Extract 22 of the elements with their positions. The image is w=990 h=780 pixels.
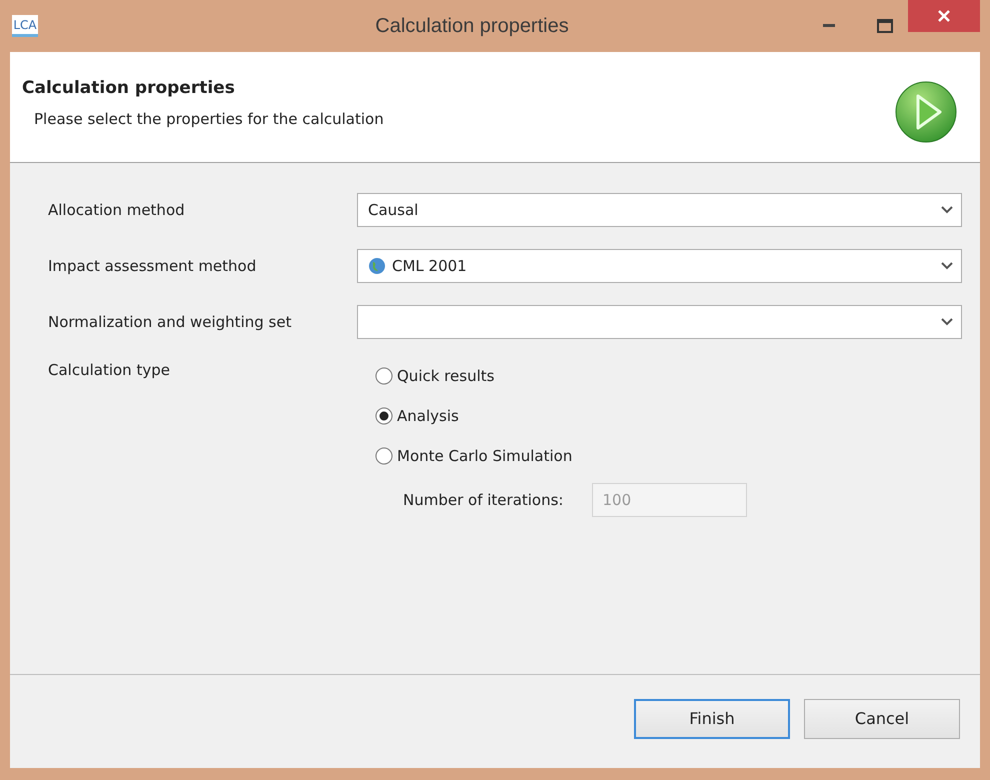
app-logo: LCA [12,15,38,37]
close-icon [937,9,951,23]
dropdown[interactable]: CML 2001 [357,249,962,283]
play-icon [894,80,958,144]
page-description: Please select the properties for the calculation [34,110,384,128]
dropdown-value: CML 2001 [392,257,468,275]
field-label: Impact assessment method [48,257,258,275]
finish-button[interactable]: Finish [634,698,790,738]
page-title: Calculation properties [22,78,236,98]
dropdown-value: Causal [368,201,420,219]
field-label: Calculation type [48,361,171,381]
close-button[interactable] [908,0,980,32]
radio-option[interactable]: Analysis [375,407,746,425]
field-label: Number of iterations: [403,491,564,509]
radio-option[interactable]: Monte Carlo Simulation [375,447,746,465]
radio-option[interactable]: Quick results [375,367,746,385]
field-label: Normalization and weighting set [48,313,292,331]
dropdown[interactable]: Causal [357,193,962,227]
cancel-button[interactable]: Cancel [804,698,960,738]
window-title: Calculation properties [374,14,570,38]
globe-icon [368,257,386,275]
field-label: Allocation method [48,201,186,219]
